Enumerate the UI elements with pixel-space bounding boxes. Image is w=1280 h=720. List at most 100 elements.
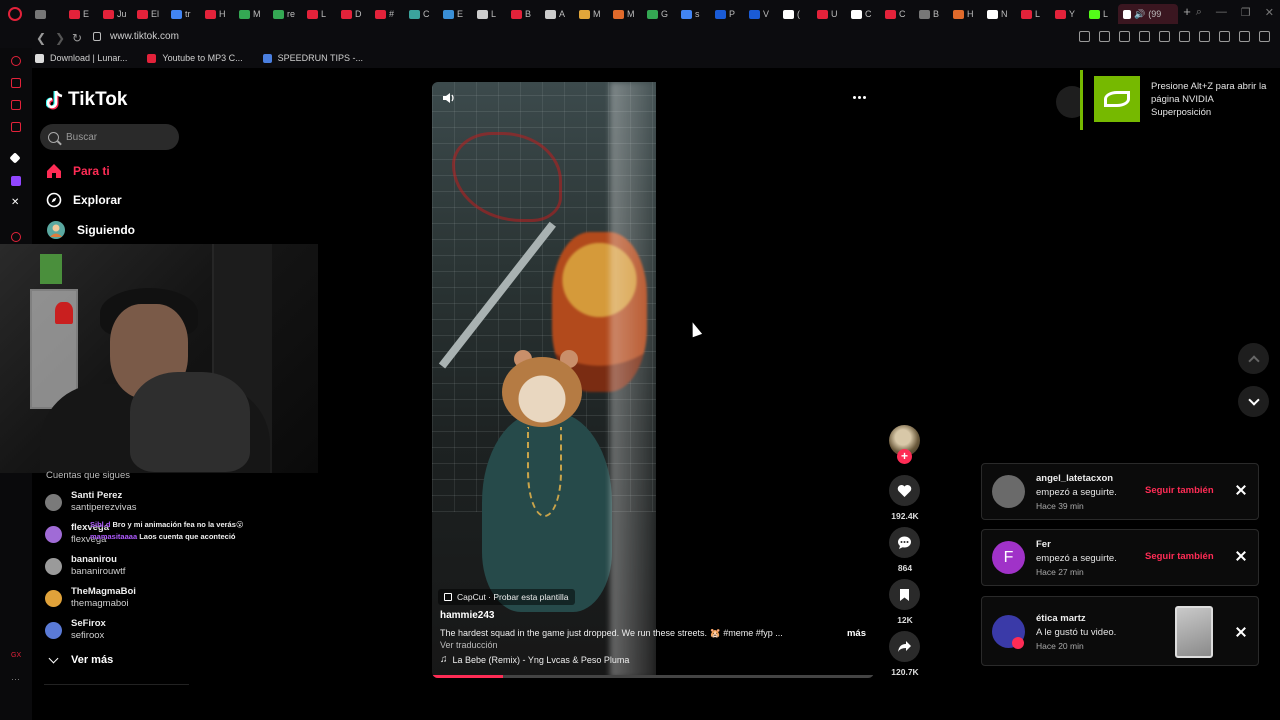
twitch-icon[interactable] [11,176,21,186]
workspace-icon[interactable] [11,78,21,88]
browser-tab[interactable]: Y [1050,4,1084,24]
play-icon[interactable] [1159,31,1170,42]
search-tabs-icon[interactable]: ⌕ [1196,6,1202,19]
previous-video-button[interactable] [1238,343,1269,374]
download-icon[interactable] [1239,31,1250,42]
bookmark-3[interactable]: SPEEDRUN TIPS -... [262,53,363,63]
nav-explore[interactable]: Explorar [46,192,122,208]
caption-more-button[interactable]: más [847,628,866,639]
close-icon[interactable] [1234,625,1248,639]
opera-logo-icon[interactable] [8,7,22,21]
follow-back-button[interactable]: Seguir también [1145,551,1214,562]
tab-tiktok-active[interactable]: 🔊 (99 [1118,4,1178,24]
more-icon[interactable]: ··· [11,674,21,684]
follow-plus-button[interactable]: + [897,449,912,464]
browser-tab[interactable]: M [234,4,268,24]
maximize-button[interactable]: ❐ [1241,6,1251,19]
bookmark-2[interactable]: Youtube to MP3 C... [147,53,243,63]
browser-tab[interactable]: G [642,4,676,24]
browser-tab[interactable]: E [64,4,98,24]
next-video-button[interactable] [1238,386,1269,417]
browser-tab[interactable]: V [744,4,778,24]
browser-tab[interactable]: C [880,4,914,24]
browser-tab[interactable]: H [200,4,234,24]
browser-tab[interactable]: C [404,4,438,24]
browser-tab[interactable]: N [982,4,1016,24]
browser-tab[interactable]: El [132,4,166,24]
browser-tab[interactable]: D [336,4,370,24]
x-icon[interactable]: ✕ [11,198,21,208]
close-icon[interactable] [1234,483,1248,497]
browser-tab[interactable]: L [1084,4,1118,24]
browser-tab[interactable]: C [846,4,880,24]
menu-icon[interactable] [1259,31,1270,42]
gx-icon[interactable]: GX [11,652,21,662]
music-link[interactable]: ♫ La Bebe (Remix) - Yng Lvcas & Peso Plu… [440,654,629,665]
browser-tab[interactable]: tr [166,4,200,24]
followed-account[interactable]: TheMagmaBoi themagmaboi [45,586,136,610]
instagram-icon[interactable] [11,122,21,132]
pin-icon[interactable] [1079,31,1090,42]
bookmark-1[interactable]: Download | Lunar... [35,53,127,63]
browser-tab[interactable] [30,4,64,24]
close-box-icon[interactable] [1139,31,1150,42]
video-thumbnail[interactable] [1175,606,1213,658]
browser-tab[interactable]: P [710,4,744,24]
see-more-button[interactable]: Ver más [48,653,113,666]
followed-account[interactable]: bananirou bananirouwtf [45,554,125,578]
see-translation-link[interactable]: Ver traducción [440,640,498,650]
like-button[interactable] [889,475,920,506]
browser-tab[interactable]: s [676,4,710,24]
browser-tab[interactable]: re [268,4,302,24]
video-author[interactable]: hammie243 [440,610,494,621]
more-options-icon[interactable] [853,96,866,99]
minimize-button[interactable]: — [1216,6,1227,19]
share-icon[interactable] [1219,31,1230,42]
lock-icon[interactable] [93,32,101,41]
video-player[interactable]: CapCut · Probar esta plantilla hammie243… [432,82,874,678]
browser-tab[interactable]: ( [778,4,812,24]
share-button[interactable] [889,631,920,662]
player-icon[interactable] [11,232,21,242]
heart-icon[interactable] [1179,31,1190,42]
shield-icon[interactable] [1119,31,1130,42]
followed-account[interactable]: SeFirox sefiroox [45,618,106,642]
search-input[interactable] [66,131,166,143]
new-tab-button[interactable]: + [1178,4,1196,24]
browser-tab[interactable]: A [540,4,574,24]
browser-tab[interactable]: M [608,4,642,24]
follow-back-button[interactable]: Seguir también [1145,485,1214,496]
close-icon[interactable] [1234,549,1248,563]
video-progress-bar[interactable] [432,675,874,678]
extensions-icon[interactable] [1199,31,1210,42]
url-field[interactable]: www.tiktok.com [110,31,179,42]
notification-card[interactable]: ética martz A le gustó tu video. Hace 20… [981,596,1259,666]
browser-tab[interactable]: Ju [98,4,132,24]
notification-card[interactable]: angel_latetacxon empezó a seguirte. Hace… [981,463,1259,520]
browser-tab[interactable]: L [472,4,506,24]
search-box[interactable] [40,124,179,150]
browser-tab[interactable]: L [302,4,336,24]
comment-button[interactable] [889,527,920,558]
browser-tab[interactable]: U [812,4,846,24]
forward-icon[interactable]: ❯ [55,31,65,45]
back-icon[interactable]: ❮ [36,31,46,45]
browser-tab[interactable]: B [914,4,948,24]
save-button[interactable] [889,579,920,610]
browser-tab[interactable]: H [948,4,982,24]
aria-icon[interactable] [11,56,21,66]
notification-card[interactable]: F Fer empezó a seguirte. Hace 27 min Seg… [981,529,1259,586]
nav-for-you[interactable]: Para ti [46,163,110,179]
capcut-template-link[interactable]: CapCut · Probar esta plantilla [438,589,575,605]
browser-tab[interactable]: # [370,4,404,24]
browser-tab[interactable]: E [438,4,472,24]
close-window-button[interactable]: ✕ [1265,6,1274,19]
snapshot-icon[interactable] [1099,31,1110,42]
browser-tab[interactable]: L [1016,4,1050,24]
volume-icon[interactable] [442,92,456,104]
followed-account[interactable]: Santi Perez santiperezvivas [45,490,136,514]
browser-tab[interactable]: M [574,4,608,24]
nav-following[interactable]: Siguiendo [46,220,135,240]
arrow-icon[interactable] [9,152,21,164]
messenger-icon[interactable] [11,100,21,110]
